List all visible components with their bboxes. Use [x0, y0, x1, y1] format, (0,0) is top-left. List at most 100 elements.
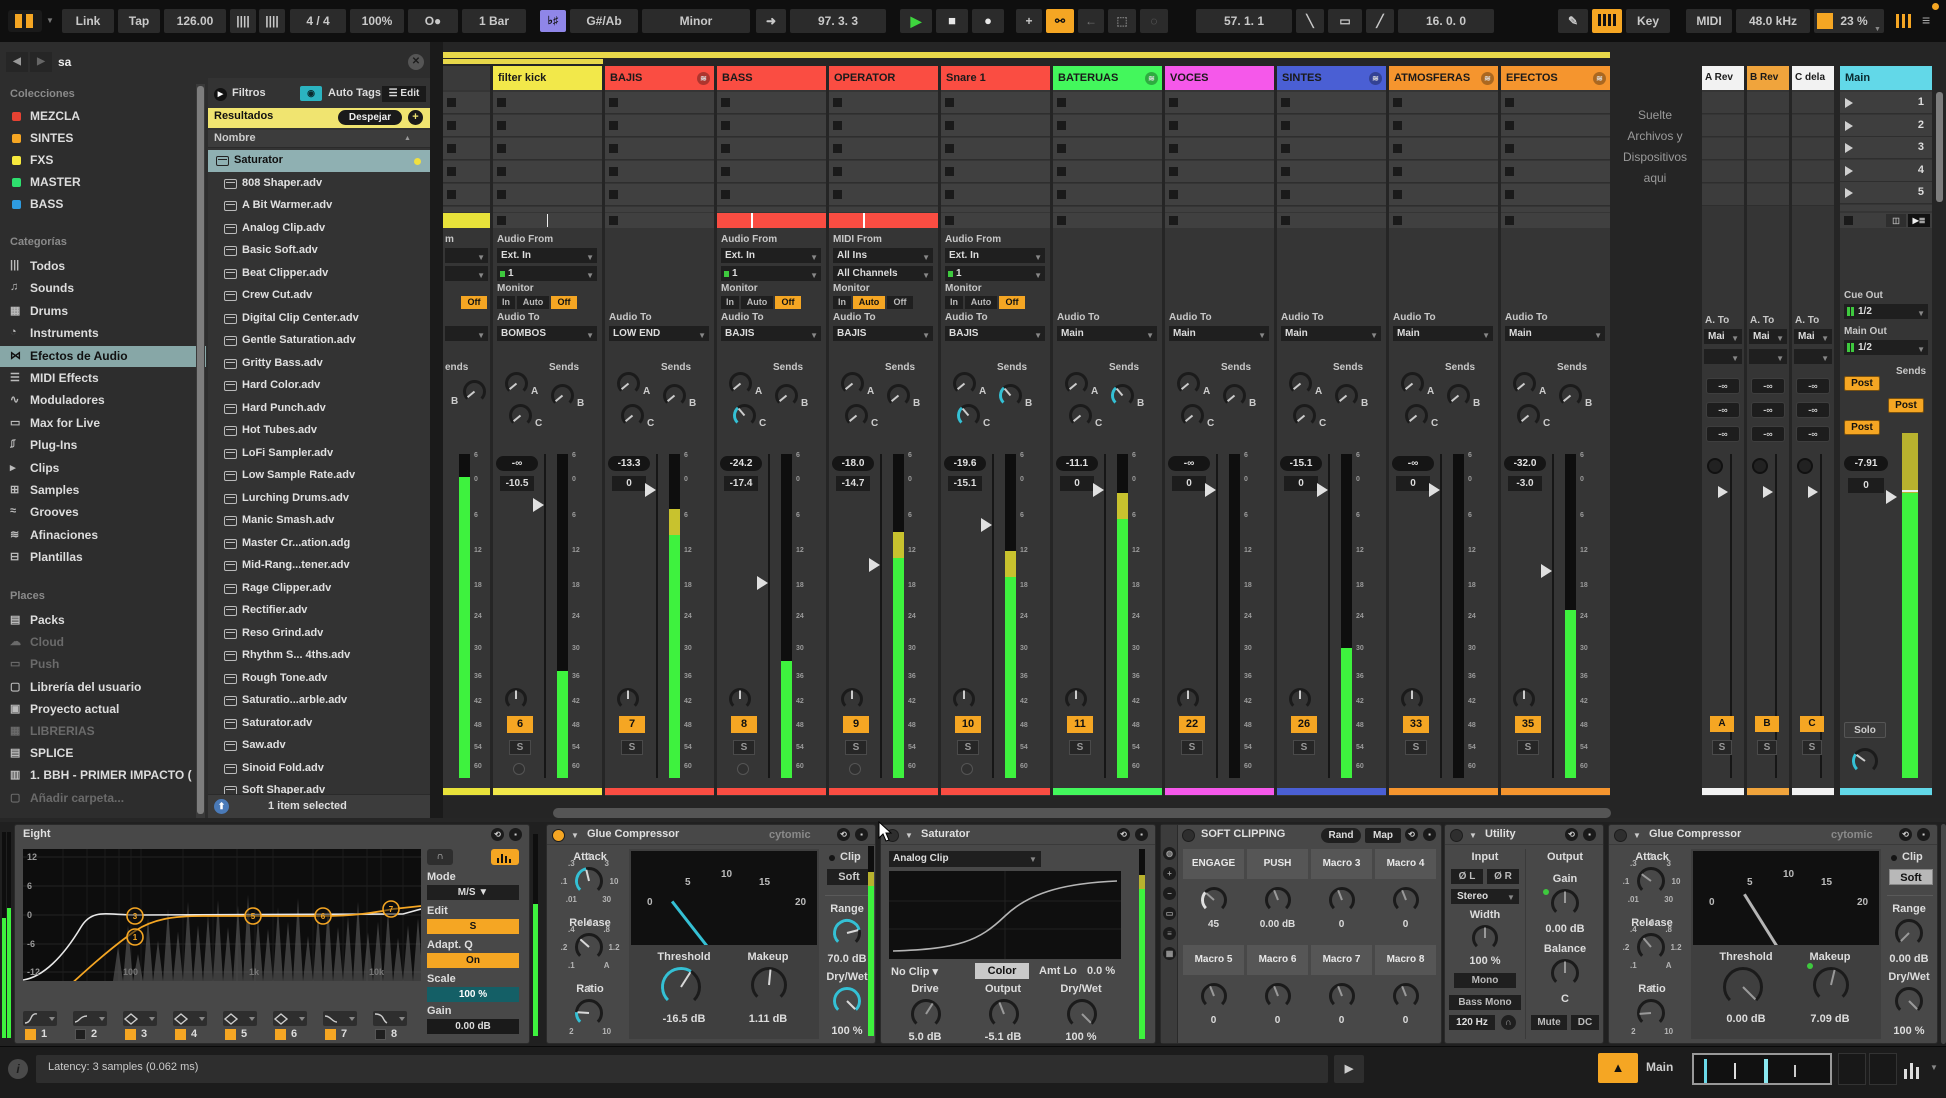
clip-slot-partial[interactable] — [1501, 207, 1610, 212]
macro-knob[interactable] — [1391, 981, 1421, 1011]
send-knob-a[interactable] — [839, 370, 866, 397]
output-channel-menu[interactable]: ▼ — [1749, 349, 1787, 364]
return-send-field[interactable]: -∞ — [1796, 378, 1830, 394]
input-type-menu[interactable]: Ext. In▼ — [945, 248, 1045, 263]
sidebar-item-category[interactable]: ≈Grooves — [0, 502, 206, 523]
track-number-button[interactable]: 26 — [1291, 716, 1317, 733]
send-knob-b[interactable] — [773, 382, 800, 409]
clip-slot[interactable] — [1277, 115, 1386, 137]
gain-range-field[interactable]: 0 — [1284, 476, 1318, 491]
list-item[interactable]: Manic Smash.adv — [208, 510, 430, 532]
clip-slot-playing-row[interactable] — [941, 213, 1050, 228]
list-item[interactable]: Mid-Rang...tener.adv — [208, 555, 430, 577]
clip-slot[interactable] — [1277, 161, 1386, 183]
device-activator-toggle[interactable] — [1614, 829, 1627, 842]
input-channel-menu[interactable]: All Channels▼ — [833, 266, 933, 281]
sidebar-item-place[interactable]: ▥1. BBH - PRIMER IMPACTO ( — [0, 765, 206, 786]
monitor-auto-button[interactable]: Auto — [965, 296, 997, 309]
monitor-in-button[interactable]: In — [721, 296, 739, 309]
list-item[interactable]: LoFi Sampler.adv — [208, 443, 430, 465]
save-preset-icon[interactable]: ▪ — [1423, 828, 1436, 841]
solo-button[interactable]: S — [1802, 740, 1822, 755]
clip-slot-partial[interactable] — [1053, 207, 1162, 212]
horizontal-scrollbar[interactable] — [553, 808, 1611, 818]
scene-slot[interactable]: 4 — [1840, 160, 1932, 182]
input-channel-menu[interactable]: 1▼ — [945, 266, 1045, 281]
track-header[interactable]: BATERUAS≋ — [1053, 66, 1162, 90]
threshold-knob[interactable] — [659, 965, 703, 1009]
release-knob[interactable] — [573, 931, 605, 963]
eq-mode-menu[interactable]: M/S ▼ — [427, 885, 519, 900]
clip-slot[interactable] — [1702, 184, 1744, 206]
send-knob-a[interactable] — [1175, 370, 1202, 397]
main-out-menu[interactable]: ▼1/2 — [1844, 340, 1928, 355]
scene-play-icon[interactable] — [1845, 98, 1853, 108]
clip-slot[interactable] — [443, 92, 490, 114]
clip-slot[interactable] — [1792, 138, 1834, 160]
phase-right-button[interactable]: Ø R — [1487, 869, 1519, 884]
fader-track[interactable] — [1440, 454, 1442, 778]
solo-button[interactable]: S — [1181, 740, 1203, 755]
rack-rail-button[interactable]: ◍ — [1163, 847, 1176, 860]
list-item[interactable]: Saturatio...arble.adv — [208, 690, 430, 712]
pan-knob[interactable] — [1752, 458, 1768, 474]
solo-button[interactable]: Solo — [1844, 722, 1886, 738]
save-preset-icon[interactable]: ▪ — [509, 828, 522, 841]
cue-out-menu[interactable]: ▼1/2 — [1844, 304, 1928, 319]
clip-slot[interactable] — [1053, 92, 1162, 114]
hot-swap-icon[interactable]: ⟲ — [1565, 828, 1578, 841]
list-item[interactable]: Saw.adv — [208, 735, 430, 757]
solo-button[interactable]: S — [845, 740, 867, 755]
return-send-field[interactable]: -∞ — [1751, 378, 1785, 394]
clip-slot[interactable] — [443, 184, 490, 206]
clip-slot[interactable] — [829, 184, 938, 206]
list-item[interactable]: Saturator.adv — [208, 713, 430, 735]
device-fold-icon[interactable]: ▼ — [905, 831, 913, 840]
volume-fader-handle[interactable] — [1718, 486, 1728, 498]
sidebar-item-category[interactable]: ∿Moduladores — [0, 390, 206, 411]
sidebar-item-collection[interactable]: BASS — [0, 194, 206, 215]
soft-clip-button[interactable]: Soft — [827, 869, 871, 885]
list-item[interactable]: Rectifier.adv — [208, 600, 430, 622]
list-item[interactable]: Master Cr...ation.adg — [208, 533, 430, 555]
output-meter-icon[interactable] — [1894, 12, 1916, 30]
list-item[interactable]: Reso Grind.adv — [208, 623, 430, 645]
track-number-button[interactable]: 7 — [619, 716, 645, 733]
output-meter-icon[interactable] — [1902, 1057, 1926, 1081]
tempo-field[interactable]: 126.00 — [164, 9, 226, 33]
sidebar-item-category[interactable]: |||Todos — [0, 256, 206, 277]
send-knob-b[interactable] — [549, 382, 576, 409]
save-preset-icon[interactable]: ▪ — [1917, 828, 1930, 841]
save-preset-icon[interactable]: ▪ — [1583, 828, 1596, 841]
pan-knob[interactable] — [615, 686, 641, 712]
output-channel-menu[interactable]: ▼ — [1704, 349, 1742, 364]
output-channel-menu[interactable]: ▼ — [1794, 349, 1832, 364]
volume-value-field[interactable]: -13.3 — [608, 456, 650, 471]
nudge-up-icon[interactable]: |||| — [259, 9, 285, 33]
clip-slot[interactable] — [1792, 184, 1834, 206]
sidebar-item-collection[interactable]: SINTES — [0, 128, 206, 149]
volume-fader-handle[interactable] — [1808, 486, 1818, 498]
makeup-knob[interactable] — [1811, 965, 1851, 1005]
clip-slot-playing-row[interactable] — [829, 213, 938, 228]
send-knob-b[interactable] — [1557, 382, 1584, 409]
track-header[interactable]: SINTES≋ — [1277, 66, 1386, 90]
fader-track[interactable] — [1104, 454, 1106, 778]
stop-button[interactable]: ■ — [936, 9, 968, 33]
clip-slot-partial[interactable] — [717, 207, 826, 212]
clip-slot[interactable] — [1277, 92, 1386, 114]
audition-headphone-icon[interactable]: ∩ — [427, 849, 453, 865]
track-number-button[interactable]: 8 — [731, 716, 757, 733]
eq-band-enable-checkbox[interactable] — [275, 1029, 286, 1040]
clip-slot[interactable] — [1389, 184, 1498, 206]
pan-knob[interactable] — [1707, 458, 1723, 474]
clip-slot-playing-row[interactable] — [1165, 213, 1274, 228]
clip-slot[interactable] — [1702, 92, 1744, 114]
loop-start-field[interactable]: 57. 1. 1 — [1196, 9, 1292, 33]
list-item[interactable]: Hard Color.adv — [208, 375, 430, 397]
range-knob[interactable] — [831, 917, 863, 949]
mute-button[interactable]: Mute — [1531, 1015, 1567, 1030]
link-button[interactable]: Link — [62, 9, 114, 33]
bass-freq-field[interactable]: 120 Hz — [1449, 1015, 1495, 1030]
eq-adaptq-button[interactable]: On — [427, 953, 519, 968]
